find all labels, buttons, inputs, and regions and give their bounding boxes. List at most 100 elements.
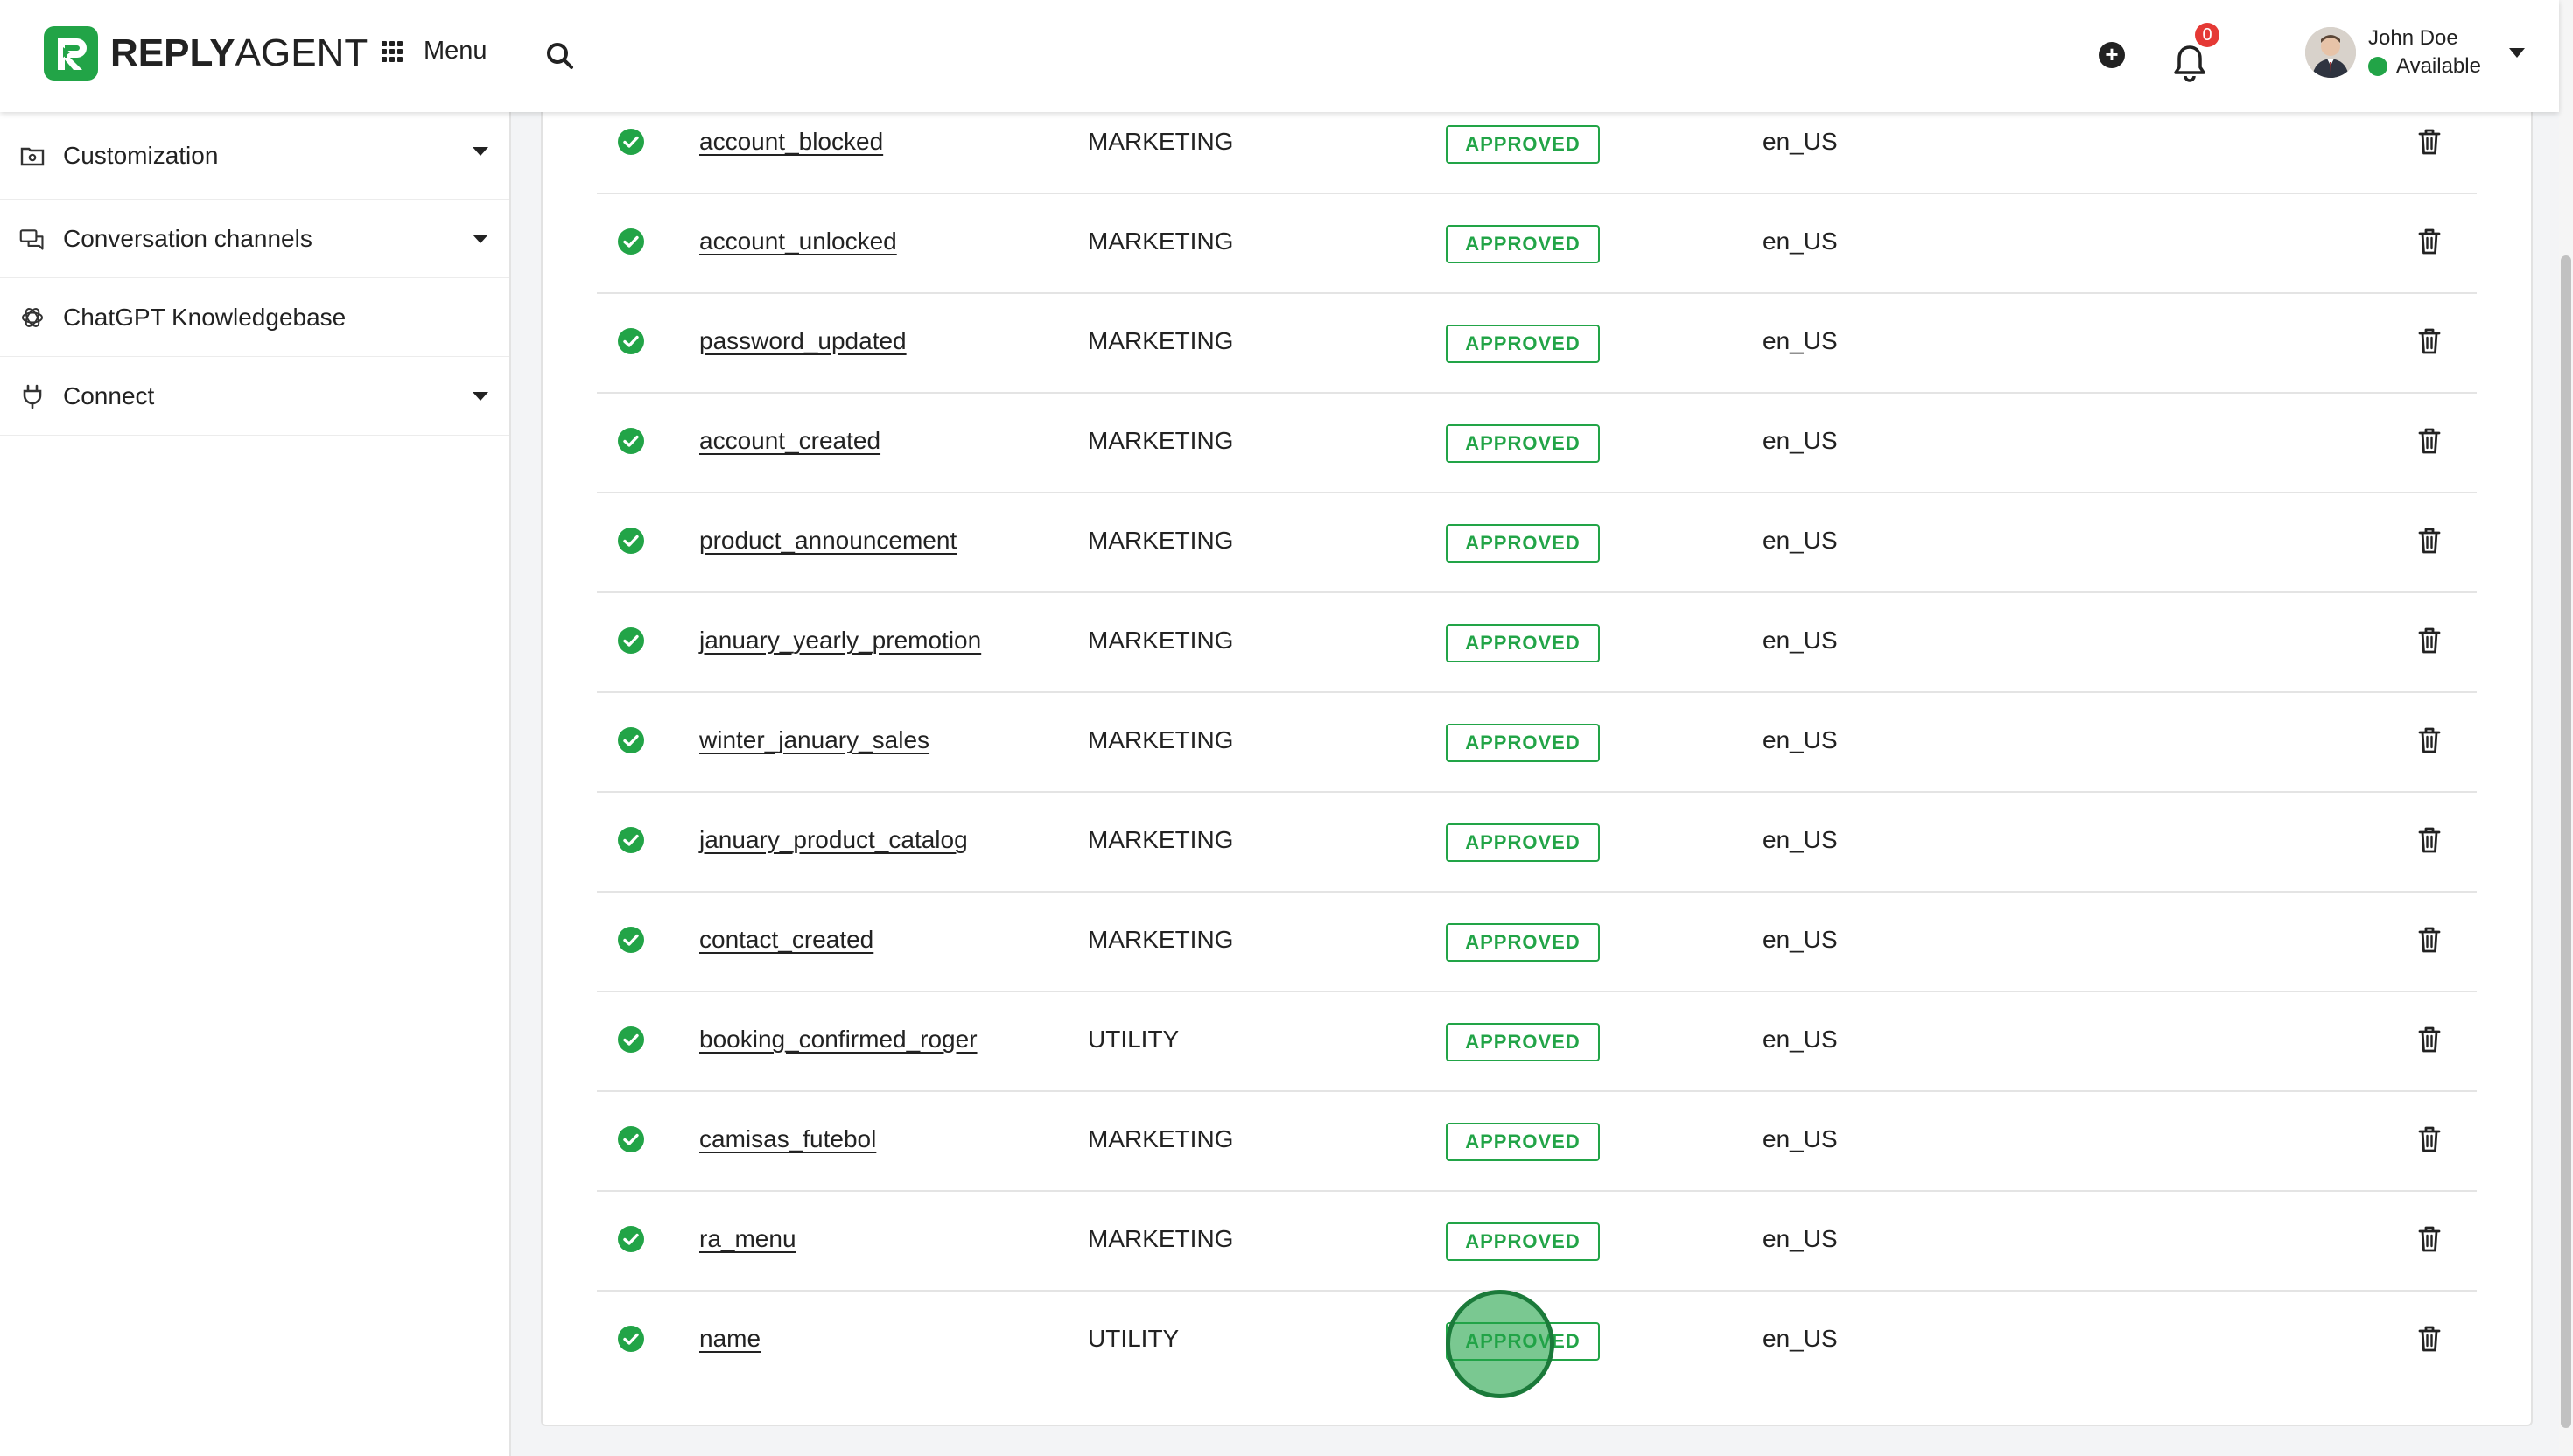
template-category: MARKETING [1088,327,1234,354]
top-header: REPLYAGENT Menu + 0 John Doe Available [0,0,2559,112]
table-row: booking_confirmed_roger UTILITY APPROVED en… [597,992,2477,1092]
trash-icon[interactable] [2417,726,2442,754]
sidebar-item-customization[interactable]: Customization [0,112,509,200]
user-status: Available [2368,54,2481,79]
status-dot-icon [2368,57,2387,76]
logo-text-light: AGENT [235,32,368,74]
trash-icon[interactable] [2417,926,2442,954]
template-category: MARKETING [1088,527,1234,554]
check-circle-icon [618,927,644,953]
sidebar-item-conversation-channels[interactable]: Conversation channels [0,200,509,278]
template-category: MARKETING [1088,726,1234,753]
table-row: account_unlocked MARKETING APPROVED en_US [597,194,2477,294]
chevron-down-icon [2508,47,2525,58]
status-badge: APPROVED [1446,524,1600,563]
check-circle-icon [618,328,644,354]
template-name-link[interactable]: ra_menu [699,1225,796,1253]
template-category: MARKETING [1088,826,1234,853]
template-name-link[interactable]: booking_confirmed_roger [699,1026,978,1054]
plug-icon [19,383,46,410]
status-badge: APPROVED [1446,923,1600,962]
grid-icon [382,40,403,62]
trash-icon[interactable] [2417,128,2442,156]
sidebar-item-label: ChatGPT Knowledgebase [63,303,347,331]
menu-label: Menu [424,37,487,65]
template-category: MARKETING [1088,228,1234,255]
menu-button[interactable]: Menu [382,37,487,66]
table-row: account_created MARKETING APPROVED en_US [597,394,2477,494]
trash-icon[interactable] [2417,1225,2442,1253]
trash-icon[interactable] [2417,427,2442,455]
check-circle-icon [618,129,644,155]
template-name-link[interactable]: password_updated [699,327,907,355]
user-menu[interactable]: John Doe Available [2305,26,2525,79]
template-language: en_US [1763,1225,1838,1252]
template-name-link[interactable]: january_product_catalog [699,826,968,854]
status-badge: APPROVED [1446,424,1600,463]
check-circle-icon [618,1226,644,1252]
check-circle-icon [618,627,644,654]
replyagent-logo[interactable]: REPLYAGENT [44,26,368,80]
sidebar-item-chatgpt-knowledgebase[interactable]: ChatGPT Knowledgebase [0,278,509,357]
status-badge: APPROVED [1446,225,1600,263]
template-name-link[interactable]: contact_created [699,926,873,954]
template-language: en_US [1763,228,1838,255]
template-name-link[interactable]: camisas_futebol [699,1125,876,1153]
template-category: MARKETING [1088,926,1234,953]
trash-icon[interactable] [2417,327,2442,355]
template-name-link[interactable]: january_yearly_premotion [699,626,981,654]
sidebar: Customization Conversation channels Chat… [0,112,511,1456]
template-category: MARKETING [1088,128,1234,155]
template-name-link[interactable]: product_announcement [699,527,957,555]
status-badge: APPROVED [1446,823,1600,862]
table-row: ra_menu MARKETING APPROVED en_US [597,1192,2477,1292]
notification-count-badge: 0 [2195,23,2219,47]
caret-down-icon [473,147,488,156]
trash-icon[interactable] [2417,626,2442,654]
logo-text-bold: REPLY [110,32,235,74]
trash-icon[interactable] [2417,826,2442,854]
check-circle-icon [618,1026,644,1053]
chat-bubbles-icon [19,226,46,252]
sidebar-item-connect[interactable]: Connect [0,357,509,436]
template-category: MARKETING [1088,626,1234,654]
status-badge: APPROVED [1446,724,1600,762]
check-circle-icon [618,1126,644,1152]
table-row: contact_created MARKETING APPROVED en_US [597,892,2477,992]
template-language: en_US [1763,128,1838,155]
search-icon[interactable] [543,38,578,74]
template-category: MARKETING [1088,427,1234,454]
template-name-link[interactable]: account_blocked [699,128,883,156]
status-badge: APPROVED [1446,1123,1600,1161]
template-name-link[interactable]: name [699,1325,761,1353]
table-row: january_product_catalog MARKETING APPROVED… [597,793,2477,892]
logo-icon [44,26,98,80]
scrollbar-thumb[interactable] [2561,256,2571,1428]
table-row: january_yearly_premotion MARKETING APPROVE… [597,593,2477,693]
template-language: en_US [1763,926,1838,953]
template-language: en_US [1763,1325,1838,1352]
template-name-link[interactable]: winter_january_sales [699,726,929,754]
trash-icon[interactable] [2417,1125,2442,1153]
template-name-link[interactable]: account_created [699,427,880,455]
template-language: en_US [1763,1026,1838,1053]
add-icon[interactable]: + [2099,42,2125,68]
template-category: MARKETING [1088,1125,1234,1152]
check-circle-icon [618,727,644,753]
template-name-link[interactable]: account_unlocked [699,228,897,256]
check-circle-icon [618,528,644,554]
status-badge: APPROVED [1446,325,1600,363]
click-indicator [1446,1290,1554,1398]
user-name: John Doe [2368,26,2458,50]
table-row: winter_january_sales MARKETING APPROVED en_… [597,693,2477,793]
trash-icon[interactable] [2417,1325,2442,1353]
status-badge: APPROVED [1446,1023,1600,1061]
trash-icon[interactable] [2417,228,2442,256]
sidebar-item-label: Conversation channels [63,224,312,252]
bell-icon[interactable] [2172,44,2207,82]
openai-icon [19,304,46,331]
template-language: en_US [1763,427,1838,454]
check-circle-icon [618,228,644,255]
trash-icon[interactable] [2417,1026,2442,1054]
trash-icon[interactable] [2417,527,2442,555]
